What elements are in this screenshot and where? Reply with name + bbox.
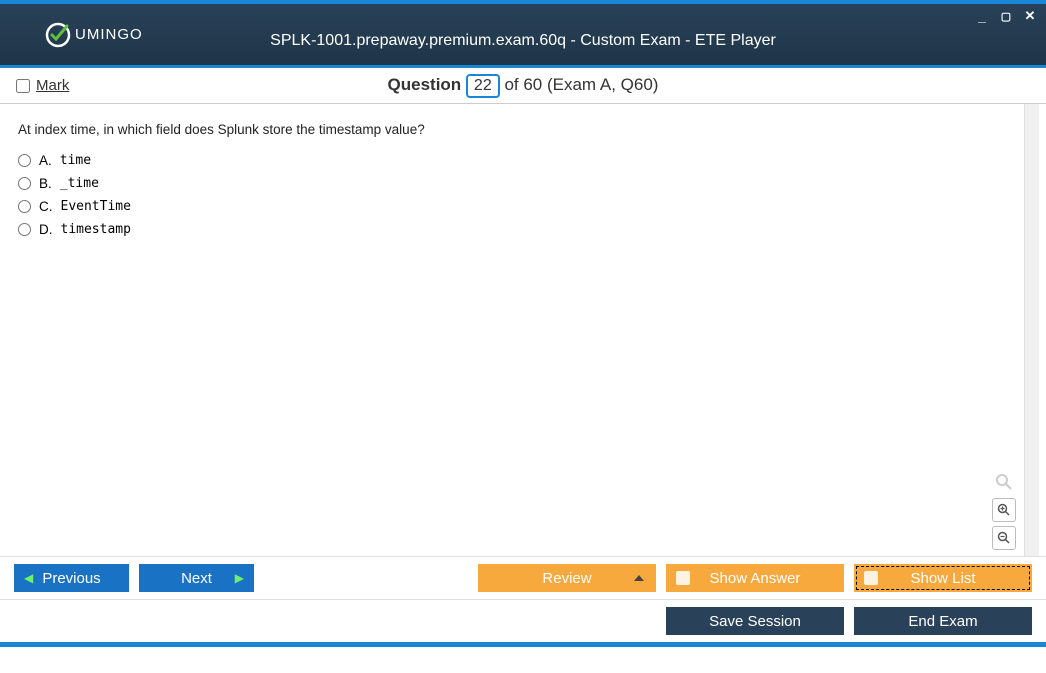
- mark-checkbox[interactable]: [16, 79, 30, 93]
- option-a[interactable]: A. time: [18, 153, 1014, 168]
- scrollbar[interactable]: [1024, 104, 1039, 556]
- session-button-row: Save Session End Exam: [0, 599, 1046, 642]
- question-header: Mark Question 22 of 60 (Exam A, Q60): [0, 68, 1046, 104]
- option-d[interactable]: D. timestamp: [18, 222, 1014, 237]
- titlebar: UMINGO SPLK-1001.prepaway.premium.exam.6…: [0, 0, 1046, 65]
- question-number-box: 22: [466, 74, 500, 98]
- option-d-radio[interactable]: [18, 223, 31, 236]
- chevron-up-icon: [634, 575, 644, 581]
- zoom-tools: [992, 470, 1016, 550]
- option-value: timestamp: [61, 222, 131, 237]
- option-letter: C.: [39, 199, 53, 214]
- show-answer-button[interactable]: Show Answer: [666, 564, 844, 592]
- show-list-button[interactable]: Show List: [854, 564, 1032, 592]
- review-button[interactable]: Review: [478, 564, 656, 592]
- question-label: Question: [388, 75, 462, 94]
- show-answer-label: Show Answer: [710, 570, 801, 587]
- close-button[interactable]: ✕: [1022, 8, 1038, 24]
- save-session-button[interactable]: Save Session: [666, 607, 844, 635]
- next-button[interactable]: Next ▶: [139, 564, 254, 592]
- options-list: A. time B. _time C. EventTime D. timesta…: [18, 153, 1014, 237]
- question-position: Question 22 of 60 (Exam A, Q60): [0, 74, 1046, 98]
- footer-bar: [0, 642, 1046, 647]
- answer-icon: [676, 571, 690, 585]
- option-c[interactable]: C. EventTime: [18, 199, 1014, 214]
- window-controls: _ ▢ ✕: [974, 8, 1038, 24]
- save-session-label: Save Session: [709, 613, 801, 630]
- mark-label[interactable]: Mark: [36, 77, 69, 94]
- search-icon[interactable]: [992, 470, 1016, 494]
- option-value: _time: [60, 176, 99, 191]
- nav-button-row: ◀ Previous Next ▶ Review Show Answer Sho…: [0, 556, 1046, 599]
- content-area: At index time, in which field does Splun…: [0, 104, 1046, 556]
- question-text: At index time, in which field does Splun…: [18, 122, 1014, 137]
- option-value: EventTime: [61, 199, 131, 214]
- option-letter: A.: [39, 153, 52, 168]
- previous-label: Previous: [42, 570, 100, 587]
- option-letter: D.: [39, 222, 53, 237]
- next-label: Next: [181, 570, 212, 587]
- question-total: of 60 (Exam A, Q60): [500, 75, 659, 94]
- window-title: SPLK-1001.prepaway.premium.exam.60q - Cu…: [0, 32, 1046, 50]
- minimize-button[interactable]: _: [974, 8, 990, 24]
- list-icon: [864, 571, 878, 585]
- show-list-label: Show List: [910, 570, 975, 587]
- chevron-left-icon: ◀: [24, 571, 33, 585]
- option-c-radio[interactable]: [18, 200, 31, 213]
- end-exam-label: End Exam: [908, 613, 977, 630]
- mark-checkbox-wrap: Mark: [16, 77, 69, 94]
- option-b[interactable]: B. _time: [18, 176, 1014, 191]
- end-exam-button[interactable]: End Exam: [854, 607, 1032, 635]
- zoom-in-button[interactable]: [992, 498, 1016, 522]
- option-letter: B.: [39, 176, 52, 191]
- option-a-radio[interactable]: [18, 154, 31, 167]
- review-label: Review: [542, 570, 591, 587]
- question-content: At index time, in which field does Splun…: [8, 104, 1024, 556]
- chevron-right-icon: ▶: [235, 571, 244, 585]
- zoom-out-button[interactable]: [992, 526, 1016, 550]
- maximize-button[interactable]: ▢: [998, 10, 1014, 26]
- option-b-radio[interactable]: [18, 177, 31, 190]
- previous-button[interactable]: ◀ Previous: [14, 564, 129, 592]
- option-value: time: [60, 153, 91, 168]
